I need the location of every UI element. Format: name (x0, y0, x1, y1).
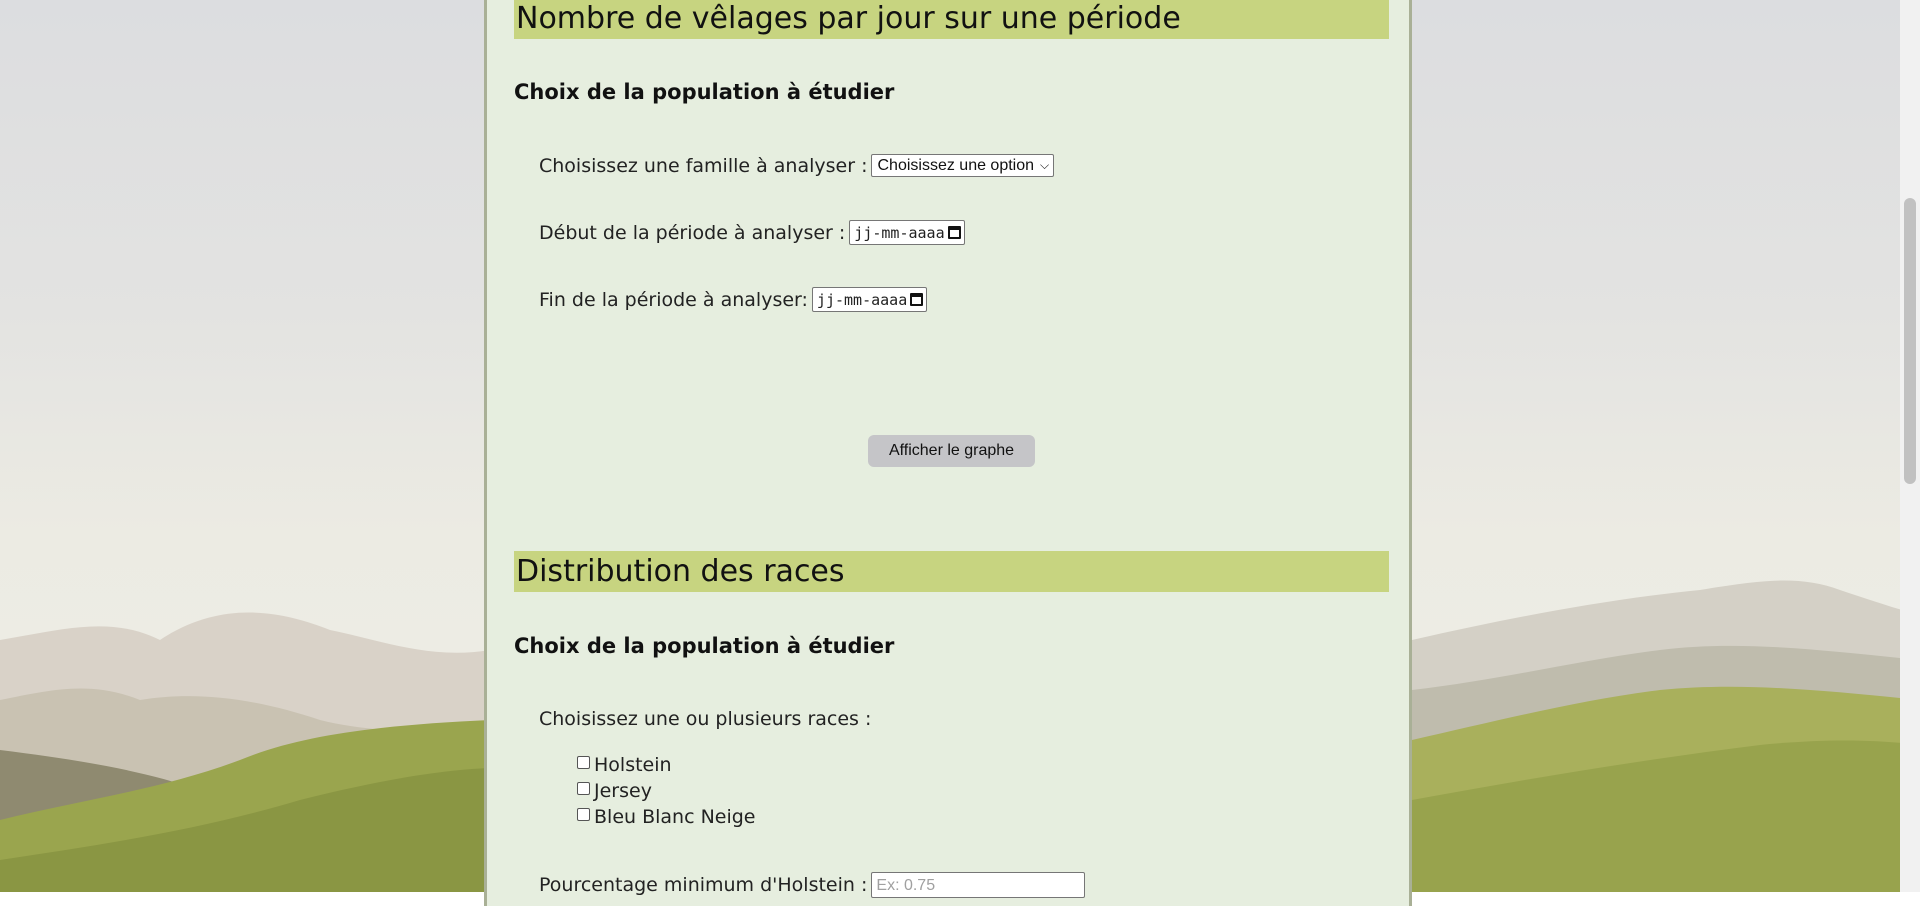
page-scrollbar[interactable] (1900, 0, 1920, 892)
holstein-pct-input[interactable]: Ex: 0.75 (871, 872, 1086, 898)
section-title-calvings: Nombre de vêlages par jour sur une pério… (514, 0, 1389, 39)
holstein-label: Holstein (594, 754, 672, 776)
race-option-jersey[interactable]: Jersey (577, 780, 652, 802)
population-subtitle-breeds: Choix de la population à étudier (514, 634, 895, 658)
main-content-panel: Nombre de vêlages par jour sur une pério… (484, 0, 1412, 906)
family-select[interactable]: Choisissez une option ⌵ (871, 154, 1055, 177)
end-date-field: Fin de la période à analyser: jj-mm-aaaa (539, 287, 928, 312)
start-date-label: Début de la période à analyser : (539, 221, 846, 244)
family-field: Choisissez une famille à analyser : Choi… (539, 154, 1055, 177)
show-graph-button[interactable]: Afficher le graphe (868, 435, 1035, 467)
section-title-breeds: Distribution des races (514, 551, 1389, 592)
chevron-down-icon: ⌵ (1040, 158, 1050, 172)
start-date-value: jj-mm-aaaa (854, 223, 945, 242)
jersey-checkbox[interactable] (577, 781, 590, 795)
bleu-blanc-neige-label: Bleu Blanc Neige (594, 806, 756, 828)
start-date-input[interactable]: jj-mm-aaaa (849, 220, 965, 245)
holstein-pct-label: Pourcentage minimum d'Holstein : (539, 874, 868, 896)
race-option-holstein[interactable]: Holstein (577, 754, 672, 776)
scrollbar-thumb[interactable] (1904, 198, 1916, 484)
holstein-checkbox[interactable] (577, 755, 590, 769)
race-option-bleu-blanc-neige[interactable]: Bleu Blanc Neige (577, 806, 756, 828)
races-field: Choisissez une ou plusieurs races : (539, 708, 875, 730)
population-subtitle: Choix de la population à étudier (514, 80, 895, 104)
races-label: Choisissez une ou plusieurs races : (539, 708, 872, 730)
end-date-value: jj-mm-aaaa (816, 290, 908, 309)
holstein-pct-field: Pourcentage minimum d'Holstein : Ex: 0.7… (539, 872, 1086, 898)
calendar-icon[interactable] (910, 293, 924, 306)
family-label: Choisissez une famille à analyser : (539, 154, 868, 177)
end-date-input[interactable]: jj-mm-aaaa (811, 287, 928, 312)
calendar-icon[interactable] (947, 226, 961, 239)
start-date-field: Début de la période à analyser : jj-mm-a… (539, 220, 965, 245)
end-date-label: Fin de la période à analyser: (539, 288, 808, 311)
jersey-label: Jersey (594, 780, 652, 802)
bleu-blanc-neige-checkbox[interactable] (577, 807, 590, 821)
family-select-value: Choisissez une option (877, 156, 1035, 174)
